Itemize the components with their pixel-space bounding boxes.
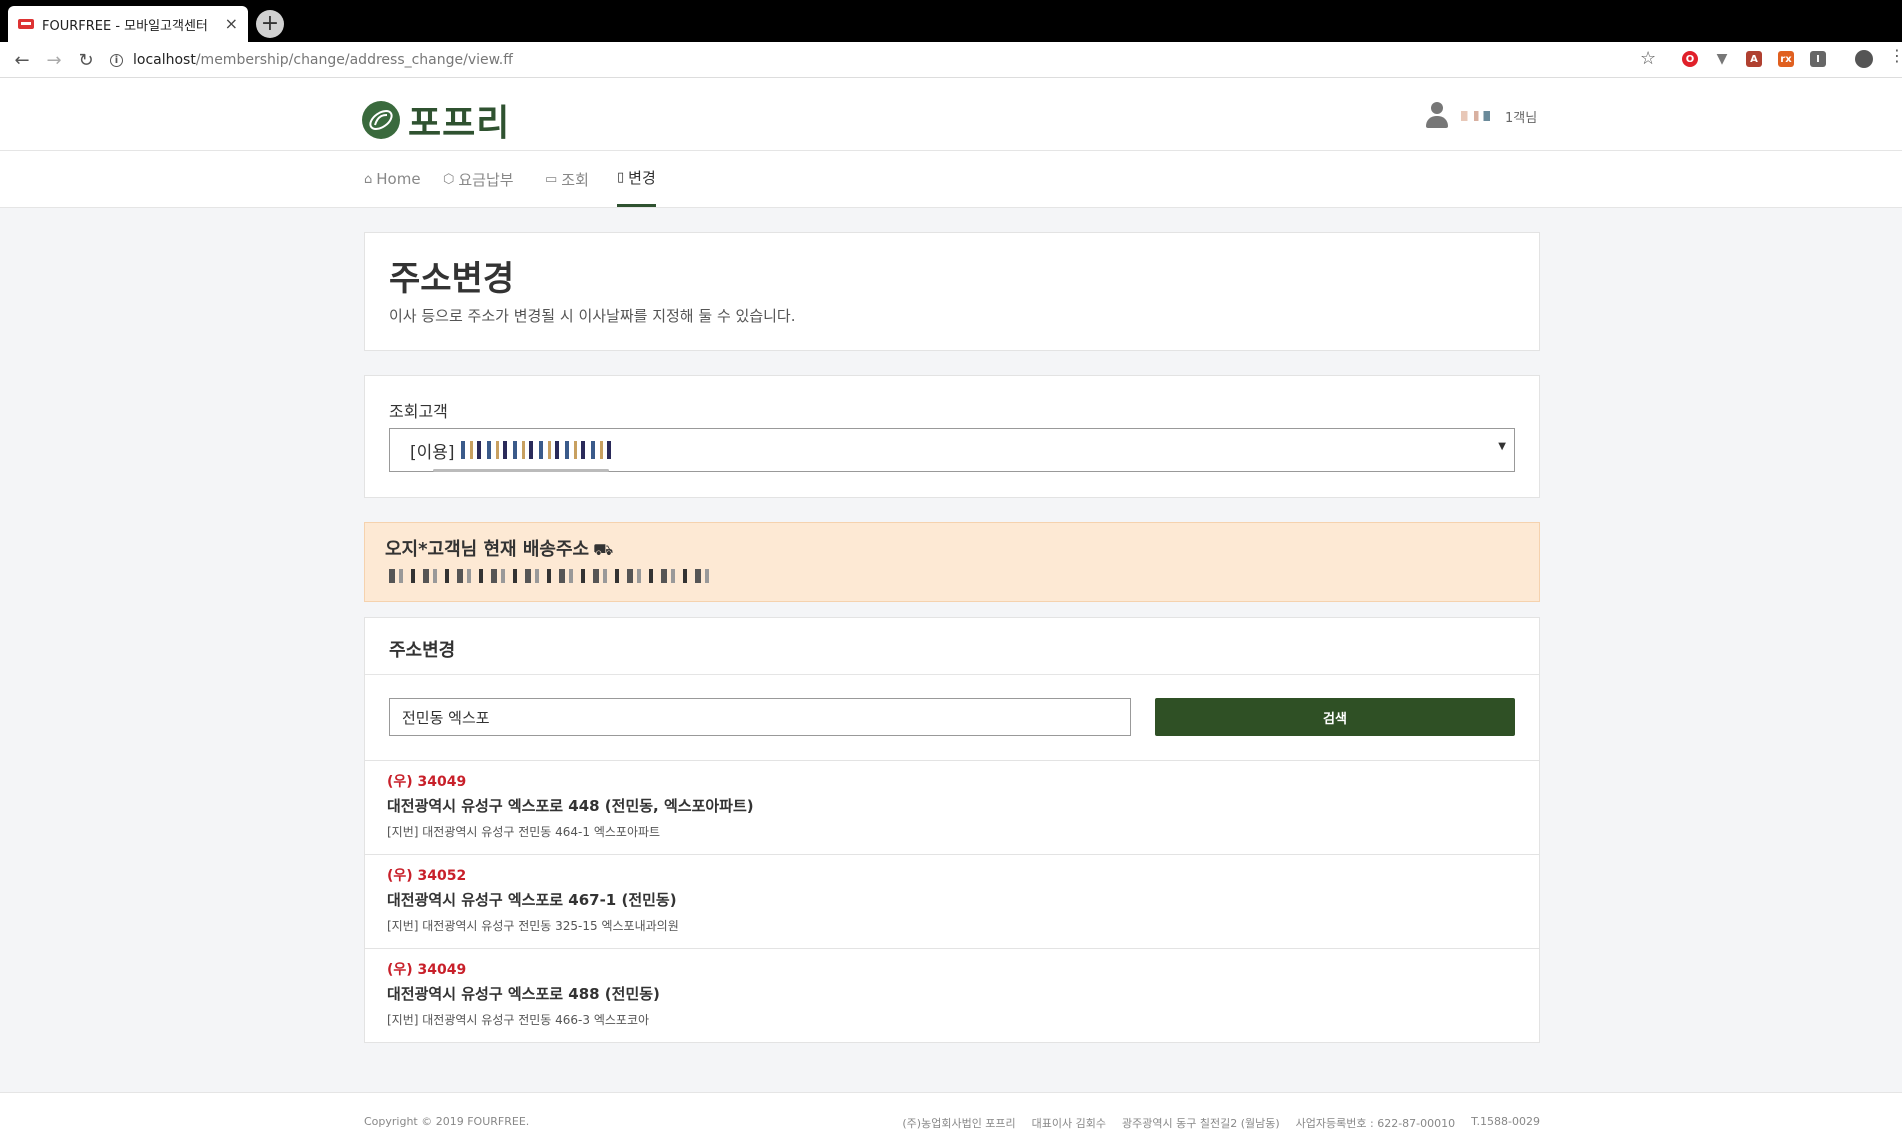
pdf-extension-icon[interactable]: A <box>1746 51 1762 67</box>
chevron-down-icon: ▼ <box>1498 441 1506 452</box>
url-path: /membership/change/address_change/view.f… <box>195 52 513 68</box>
logo-text: 포프리 <box>408 103 511 144</box>
zip-code: (우) 34052 <box>387 868 467 884</box>
road-address: 대전광역시 유성구 엑스포로 467-1 (전민동) <box>387 891 677 909</box>
copyright: Copyright © 2019 FOURFREE. <box>364 1115 530 1128</box>
user-name-suffix: 1객님 <box>1505 110 1538 126</box>
customer-select-card: 조회고객 [이용] ▼ <box>364 375 1540 498</box>
jibun-address: [지번] 대전광역시 유성구 전민동 325-15 엑스포내과의원 <box>387 919 679 933</box>
customer-label: 조회고객 <box>389 402 448 421</box>
box-icon: ⬡ <box>443 171 455 187</box>
calendar-icon: ▭ <box>545 171 558 187</box>
current-address-alert: 오지*고객님 현재 배송주소 ⛟ <box>364 522 1540 602</box>
reload-icon[interactable]: ↻ <box>74 48 98 72</box>
menu-icon[interactable]: ⋮ <box>1889 48 1902 64</box>
jibun-address: [지번] 대전광역시 유성구 전민동 464-1 엑스포아파트 <box>387 825 661 839</box>
rx-extension-icon[interactable]: rx <box>1778 51 1794 67</box>
page-description: 이사 등으로 주소가 변경될 시 이사날짜를 지정해 둘 수 있습니다. <box>389 307 796 325</box>
address-change-card: 주소변경 검색 (우) 34049 대전광역시 유성구 엑스포로 448 (전민… <box>364 617 1540 1043</box>
address-change-header: 주소변경 <box>365 618 1539 675</box>
close-tab-icon[interactable]: × <box>225 16 238 32</box>
site-info-icon[interactable]: i <box>110 53 123 67</box>
address-result-row[interactable]: (우) 34052 대전광역시 유성구 엑스포로 467-1 (전민동) [지번… <box>365 854 1539 948</box>
browser-tab-bar: FOURFREE - 모바일고객센터 × + <box>0 0 1902 42</box>
browser-toolbar: ← → ↻ i localhost/membership/change/addr… <box>0 42 1902 78</box>
search-button[interactable]: 검색 <box>1155 698 1515 736</box>
footer-tel: T.1588-0029 <box>1471 1115 1540 1128</box>
zip-code: (우) 34049 <box>387 962 467 978</box>
site-footer: Copyright © 2019 FOURFREE. (주)농업회사법인 포프리… <box>0 1092 1902 1134</box>
vivaldi-extension-icon[interactable]: ▼ <box>1714 51 1730 67</box>
jibun-address: [지번] 대전광역시 유성구 전민동 466-3 엑스포코아 <box>387 1013 650 1027</box>
nav-home-label: Home <box>376 170 421 188</box>
nav-inquiry-label: 조회 <box>561 170 589 189</box>
user-icon <box>1425 102 1449 130</box>
address-bar[interactable]: i localhost/membership/change/address_ch… <box>110 46 1650 74</box>
main-nav: ⌂ Home ⬡ 요금납부 ▭ 조회 ▯ 변경 <box>0 151 1902 208</box>
truck-icon: ⛟ <box>593 540 614 559</box>
road-address: 대전광역시 유성구 엑스포로 448 (전민동, 엑스포아파트) <box>387 797 754 815</box>
forward-icon[interactable]: → <box>42 48 66 72</box>
nav-change-label: 변경 <box>628 169 656 187</box>
nav-inquiry[interactable]: ▭ 조회 <box>545 151 589 207</box>
browser-tab[interactable]: FOURFREE - 모바일고객센터 × <box>8 6 248 42</box>
customer-value-redacted <box>460 441 611 459</box>
footer-biz-no: 사업자등록번호 : 622-87-00010 <box>1295 1117 1456 1130</box>
logo[interactable]: 포프리 <box>362 94 510 146</box>
tab-title: FOURFREE - 모바일고객센터 <box>42 18 208 34</box>
home-icon: ⌂ <box>364 171 373 187</box>
customer-select[interactable]: [이용] ▼ <box>389 428 1515 472</box>
zip-code: (우) 34049 <box>387 774 467 790</box>
footer-ceo: 대표이사 김회수 <box>1031 1117 1107 1130</box>
address-change-title: 주소변경 <box>389 640 456 661</box>
footer-address: 광주광역시 동구 칠전길2 (월남동) <box>1122 1117 1280 1130</box>
current-address-title: 오지*고객님 현재 배송주소 ⛟ <box>385 535 613 561</box>
bookmark-star-icon[interactable]: ☆ <box>1640 48 1656 69</box>
favicon-icon <box>18 19 34 29</box>
current-address-redacted <box>389 569 709 583</box>
footer-company: (주)농업회사법인 포프리 <box>902 1117 1016 1130</box>
footer-company-info: (주)농업회사법인 포프리 대표이사 김회수 광주광역시 동구 칠전길2 (월남… <box>902 1115 1540 1131</box>
new-tab-button[interactable]: + <box>256 10 284 38</box>
site-header: 포프리 1객님 <box>0 78 1902 151</box>
document-icon: ▯ <box>617 170 625 185</box>
back-icon[interactable]: ← <box>10 48 34 72</box>
current-address-title-text: 오지*고객님 현재 배송주소 <box>385 539 590 560</box>
nav-home[interactable]: ⌂ Home <box>364 151 421 207</box>
url-host: localhost <box>133 52 196 68</box>
select-scroll-indicator <box>433 469 609 472</box>
opera-extension-icon[interactable]: O <box>1682 51 1698 67</box>
account-icon[interactable] <box>1855 50 1873 68</box>
nav-change[interactable]: ▯ 변경 <box>617 151 656 207</box>
user-menu[interactable]: 1객님 <box>1425 102 1537 130</box>
address-search-input[interactable] <box>389 698 1131 736</box>
page-title: 주소변경 <box>389 259 515 299</box>
info-extension-icon[interactable]: I <box>1810 51 1826 67</box>
address-result-row[interactable]: (우) 34049 대전광역시 유성구 엑스포로 488 (전민동) [지번] … <box>365 948 1539 1042</box>
intro-card: 주소변경 이사 등으로 주소가 변경될 시 이사날짜를 지정해 둘 수 있습니다… <box>364 232 1540 351</box>
road-address: 대전광역시 유성구 엑스포로 488 (전민동) <box>387 985 660 1003</box>
customer-select-prefix: [이용] <box>410 442 455 463</box>
nav-payment[interactable]: ⬡ 요금납부 <box>443 151 514 207</box>
address-result-row[interactable]: (우) 34049 대전광역시 유성구 엑스포로 448 (전민동, 엑스포아파… <box>365 760 1539 854</box>
logo-emblem-icon <box>362 101 400 139</box>
nav-payment-label: 요금납부 <box>458 170 514 189</box>
user-name-redacted <box>1461 111 1493 121</box>
